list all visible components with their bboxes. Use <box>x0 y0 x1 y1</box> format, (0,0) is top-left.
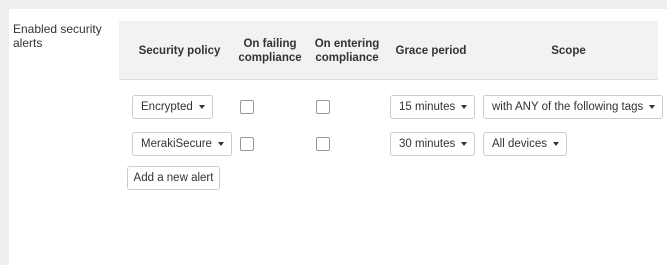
header-grace-period: Grace period <box>395 44 467 57</box>
section-label: Enabled security alerts <box>13 22 102 50</box>
header-scope: Scope <box>551 44 586 57</box>
grace-period-value: 15 minutes <box>399 101 456 113</box>
security-policy-dropdown[interactable]: Encrypted <box>132 95 213 119</box>
on-failing-compliance-checkbox[interactable] <box>240 137 254 151</box>
on-failing-compliance-checkbox[interactable] <box>240 100 254 114</box>
header-security-policy: Security policy <box>138 44 221 57</box>
on-entering-compliance-checkbox[interactable] <box>316 100 330 114</box>
caret-down-icon <box>198 105 205 109</box>
scope-value: with ANY of the following tags <box>492 101 644 113</box>
add-new-alert-button[interactable]: Add a new alert <box>127 166 220 190</box>
on-entering-compliance-checkbox[interactable] <box>316 137 330 151</box>
caret-down-icon <box>461 142 468 146</box>
header-on-failing-compliance: On failing compliance <box>238 37 302 64</box>
caret-down-icon <box>649 105 656 109</box>
grace-period-dropdown[interactable]: 30 minutes <box>390 132 476 156</box>
security-policy-value: MerakiSecure <box>141 138 212 150</box>
caret-down-icon <box>217 142 224 146</box>
header-on-entering-compliance: On entering compliance <box>314 37 380 64</box>
scope-dropdown[interactable]: with ANY of the following tags <box>483 95 664 119</box>
security-policy-dropdown[interactable]: MerakiSecure <box>132 132 232 156</box>
alerts-table-header: Security policy On failing compliance On… <box>119 21 658 80</box>
security-policy-value: Encrypted <box>141 101 193 113</box>
scope-value: All devices <box>492 138 547 150</box>
caret-down-icon <box>461 105 468 109</box>
grace-period-value: 30 minutes <box>399 138 456 150</box>
grace-period-dropdown[interactable]: 15 minutes <box>390 95 476 119</box>
scope-dropdown[interactable]: All devices <box>483 132 567 156</box>
caret-down-icon <box>552 142 559 146</box>
